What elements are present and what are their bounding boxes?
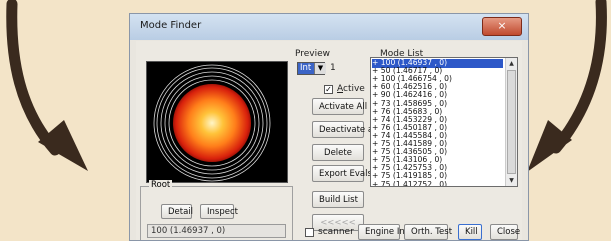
dialog-body: Preview Int ▼ 1 ✓ Active Activate All De…: [136, 41, 522, 240]
mode-list[interactable]: + 100 (1.46937 , 0) + 50 (1.46717 , 0) + 1…: [370, 57, 518, 187]
left-curved-arrow-icon: [6, 0, 61, 156]
preview-mode-value: Int: [300, 63, 312, 73]
engine-info-button[interactable]: Engine Info: [358, 224, 413, 240]
window-title: Mode Finder: [140, 20, 202, 31]
scanner-label: scanner: [318, 227, 354, 237]
preview-mode-select[interactable]: Int ▼: [297, 62, 326, 75]
scroll-up-icon[interactable]: ▲: [506, 58, 517, 69]
preview-count: 1: [330, 63, 336, 73]
orth-test-button[interactable]: Orth. Test: [404, 224, 452, 240]
mode-list-scrollbar[interactable]: ▲ ▼: [505, 58, 517, 186]
mode-field-intensity: [173, 84, 251, 162]
mode-preview-canvas: [146, 61, 288, 183]
close-window-button[interactable]: ×: [482, 17, 522, 36]
scroll-thumb[interactable]: [507, 70, 516, 174]
preview-label: Preview: [295, 49, 331, 59]
right-curved-arrow-icon: [550, 0, 607, 154]
close-icon: ×: [497, 19, 507, 32]
mode-finder-window: Mode Finder × Preview Int ▼ 1 ✓ Active A…: [129, 13, 529, 241]
build-list-button[interactable]: Build List: [312, 191, 364, 208]
export-evals-button[interactable]: Export Evals: [312, 165, 372, 182]
root-group: Root Detail Inspect 100 (1.46937 , 0): [140, 180, 293, 240]
chevron-down-icon: ▼: [314, 63, 326, 74]
mode-field-plot: [153, 64, 271, 182]
root-value-field[interactable]: 100 (1.46937 , 0): [147, 224, 286, 238]
deactivate-all-button[interactable]: Deactivate all: [312, 121, 378, 138]
delete-button[interactable]: Delete: [312, 144, 364, 161]
inspect-button[interactable]: Inspect: [200, 204, 238, 219]
detail-button[interactable]: Detail: [161, 204, 193, 219]
left-arrowhead-icon: [38, 120, 88, 171]
root-label: Root: [149, 180, 173, 190]
scanner-checkbox[interactable]: [305, 228, 314, 237]
close-button[interactable]: Close: [490, 224, 520, 240]
kill-button[interactable]: Kill: [458, 224, 482, 240]
mode-list-item[interactable]: + 75 (1.412752 , 0): [372, 181, 503, 187]
title-bar[interactable]: Mode Finder ×: [130, 14, 528, 40]
activate-all-button[interactable]: Activate All: [312, 98, 367, 115]
scroll-down-icon[interactable]: ▼: [506, 175, 517, 186]
active-checkbox[interactable]: ✓: [324, 85, 333, 94]
active-label: Active: [337, 84, 365, 94]
